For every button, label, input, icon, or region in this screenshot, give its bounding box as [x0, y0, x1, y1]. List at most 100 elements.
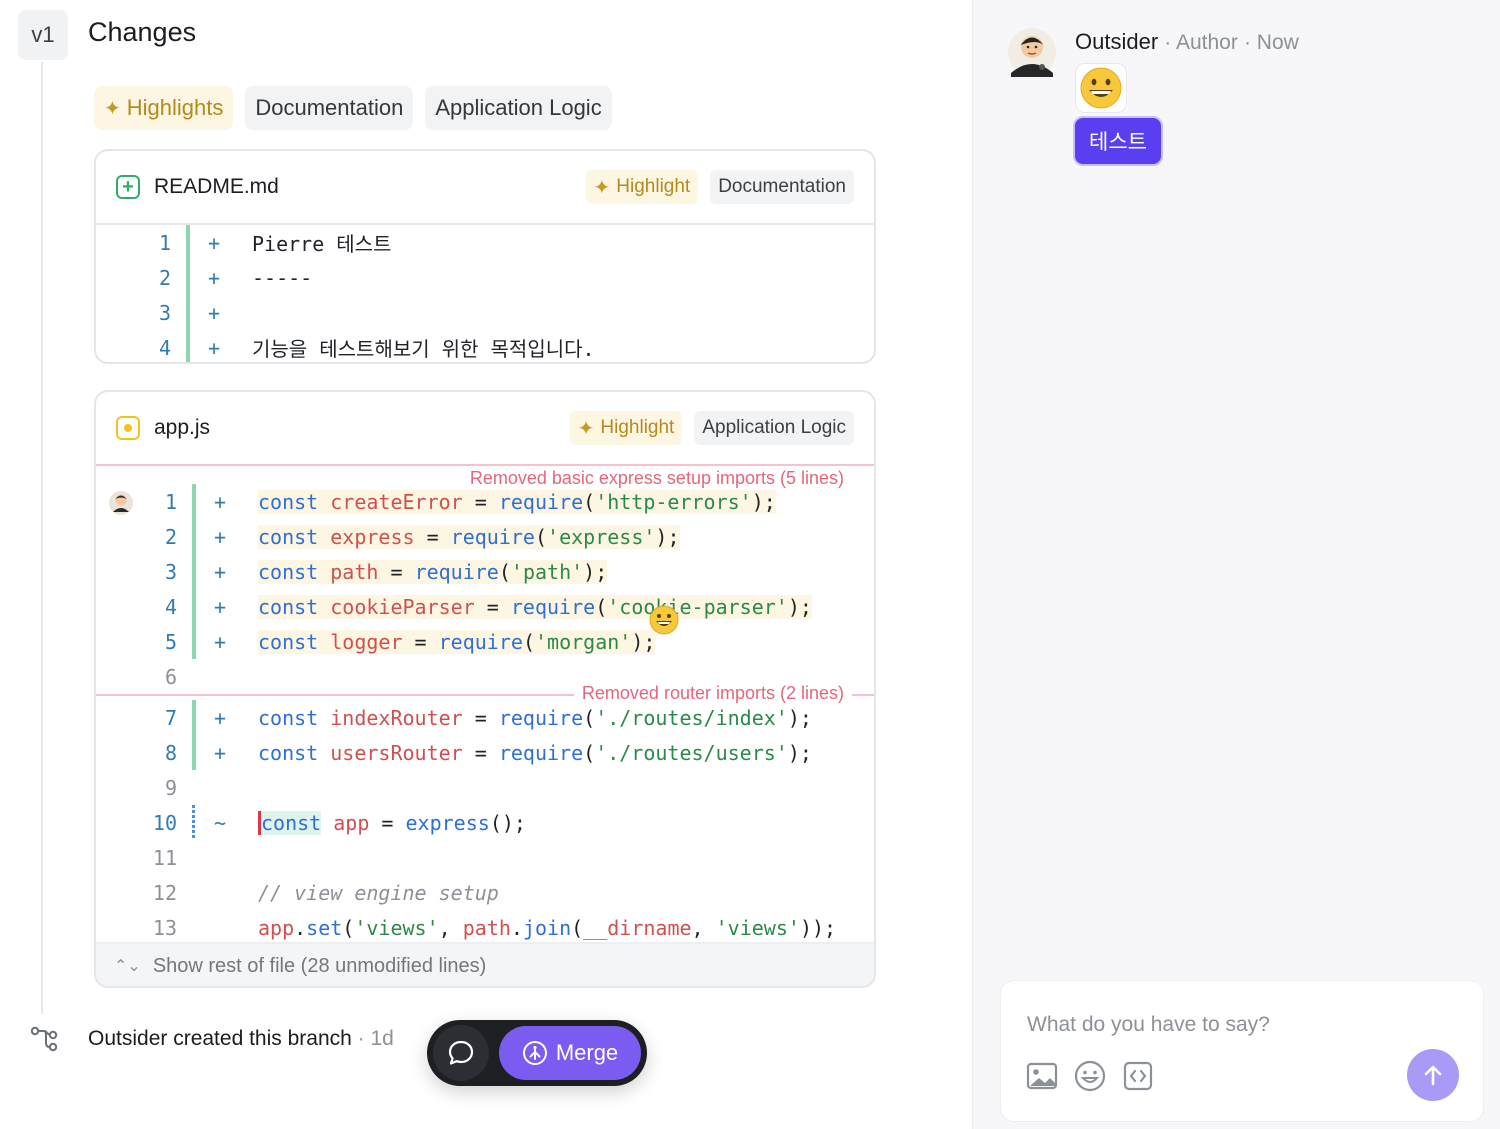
code-line[interactable]: 4 + const cookieParser = require('cookie-p…	[96, 589, 874, 624]
code-token: (	[583, 740, 596, 765]
code-token: const	[258, 594, 319, 619]
code-token: ,	[691, 915, 716, 940]
category-chip[interactable]: Documentation	[710, 170, 854, 204]
expand-chevron-icon: ⌃⌄	[114, 958, 141, 975]
tab-label: Documentation	[255, 95, 404, 120]
highlight-chip[interactable]: ✦ Highlight	[585, 170, 699, 204]
line-text: const usersRouter = require('./routes/us…	[258, 741, 812, 765]
code-token: );	[787, 705, 812, 730]
code-line[interactable]: 2 + const express = require('express');	[96, 519, 874, 554]
added-bar	[192, 589, 196, 624]
code-token: 'http-errors'	[595, 489, 752, 514]
code-token: (	[498, 559, 511, 584]
annotation-label[interactable]: Removed basic express setup imports (5 l…	[461, 468, 852, 489]
author-name[interactable]: Outsider	[1075, 29, 1158, 54]
diff-sign: +	[214, 740, 227, 765]
code-token: 'morgan'	[534, 629, 632, 654]
code-line[interactable]: 7 + const indexRouter = require('./routes/…	[96, 700, 874, 735]
code-token: require	[450, 524, 535, 549]
highlight-chip[interactable]: ✦ Highlight	[569, 411, 683, 445]
code-lines: 1 + Pierre 테스트 2 + ----- 3 +4 + 기능을 테스트해보기 위한 목적입…	[96, 225, 874, 362]
comment-button[interactable]	[433, 1025, 489, 1081]
code-line[interactable]: 10 ~ const app = express();	[96, 805, 874, 840]
code-line[interactable]: 1 + const createError = require('http-erro…	[96, 484, 874, 519]
code-token: (	[534, 524, 548, 549]
annotation-label[interactable]: Removed router imports (2 lines)	[573, 683, 852, 704]
code-line[interactable]: 3 + const path = require('path');	[96, 554, 874, 589]
file-header[interactable]: + README.md ✦ Highlight Documentation	[96, 151, 874, 225]
tab-documentation[interactable]: Documentation	[245, 86, 414, 130]
smiley-reaction-icon[interactable]	[648, 604, 680, 636]
image-icon[interactable]	[1025, 1059, 1059, 1093]
line-number: 1	[164, 489, 177, 514]
line-text: const logger = require('morgan');	[258, 629, 656, 654]
page-title: Changes	[88, 17, 197, 47]
code-token: );	[583, 559, 608, 584]
show-rest-button[interactable]: ⌃⌄ Show rest of file (28 unmodified line…	[96, 942, 874, 986]
code-token: join	[522, 915, 572, 940]
code-token: './routes/index'	[595, 705, 788, 730]
line-number: 5	[164, 629, 177, 654]
code-line[interactable]: 8 + const usersRouter = require('./routes/…	[96, 735, 874, 770]
code-token: (	[583, 489, 596, 514]
merge-button[interactable]: Merge	[499, 1026, 641, 1080]
line-number: 2	[158, 265, 171, 290]
author-avatar[interactable]	[1007, 27, 1057, 77]
code-line[interactable]: 12 // view engine setup	[96, 875, 874, 910]
added-bar	[192, 484, 196, 519]
code-token: (	[342, 915, 355, 940]
author-role: Author	[1175, 31, 1238, 54]
tab-application-logic[interactable]: Application Logic	[425, 86, 612, 130]
code-token: =	[462, 705, 499, 730]
line-number: 8	[164, 740, 177, 765]
code-line[interactable]: 2 + -----	[96, 260, 874, 295]
code-token: app	[258, 915, 295, 940]
code-line[interactable]: 1 + Pierre 테스트	[96, 225, 874, 260]
code-line[interactable]: 9	[96, 770, 874, 805]
code-token: logger	[330, 629, 403, 654]
code-line[interactable]: 3 +	[96, 295, 874, 330]
code-token: ,	[438, 915, 463, 940]
code-token: (	[571, 915, 584, 940]
code-line[interactable]: 13 app.set('views', path.join(__dirname, …	[96, 910, 874, 945]
added-bar	[192, 554, 196, 589]
code-line[interactable]: 11	[96, 840, 874, 875]
show-rest-label: Show rest of file (28 unmodified lines)	[152, 954, 487, 977]
comment-time: Now	[1256, 31, 1299, 54]
line-text: const path = require('path');	[258, 559, 608, 584]
code-lines: 1 + const createError = require('http-erro…	[96, 484, 874, 945]
added-bar	[192, 735, 196, 770]
grinning-face-icon	[1080, 67, 1122, 109]
code-token: path	[462, 915, 511, 940]
line-text: app.set('views', path.join(__dirname, 'v…	[258, 916, 836, 940]
emoji-reaction[interactable]	[1075, 63, 1127, 113]
emoji-icon[interactable]	[1073, 1059, 1107, 1093]
code-token: usersRouter	[330, 740, 463, 765]
send-button[interactable]	[1407, 1049, 1459, 1101]
speech-bubble-icon	[448, 1040, 474, 1065]
code-block-icon[interactable]	[1121, 1059, 1155, 1093]
code-token: (	[522, 629, 535, 654]
file-header[interactable]: app.js ✦ Highlight Application Logic	[96, 392, 874, 466]
code-token: =	[474, 594, 511, 619]
code-line[interactable]: 4 + 기능을 테스트해보기 위한 목적입니다.	[96, 330, 874, 362]
line-text: const app = express();	[258, 810, 526, 835]
branch-event: Outsider created this branch · 1d	[88, 1027, 394, 1050]
code-token: const	[258, 740, 319, 765]
sparkle-icon: ✦	[104, 97, 121, 120]
merge-label: Merge	[555, 1040, 619, 1065]
category-chip[interactable]: Application Logic	[694, 411, 854, 445]
code-token: // view engine setup	[258, 880, 499, 905]
tab-highlights[interactable]: ✦ Highlights	[94, 86, 234, 130]
code-token: createError	[330, 489, 463, 514]
comments-panel: Outsider · Author · Now 테스트 What do you …	[972, 0, 1500, 1129]
code-token: set	[306, 915, 343, 940]
code-line[interactable]: 5 + const logger = require('morgan');	[96, 624, 874, 659]
commenter-avatar-icon[interactable]	[108, 490, 134, 516]
code-token: require	[498, 489, 584, 514]
comment-input[interactable]: What do you have to say?	[1027, 1013, 1270, 1037]
diff-sign: ~	[214, 810, 227, 835]
comment-tag-button[interactable]: 테스트	[1075, 118, 1161, 164]
